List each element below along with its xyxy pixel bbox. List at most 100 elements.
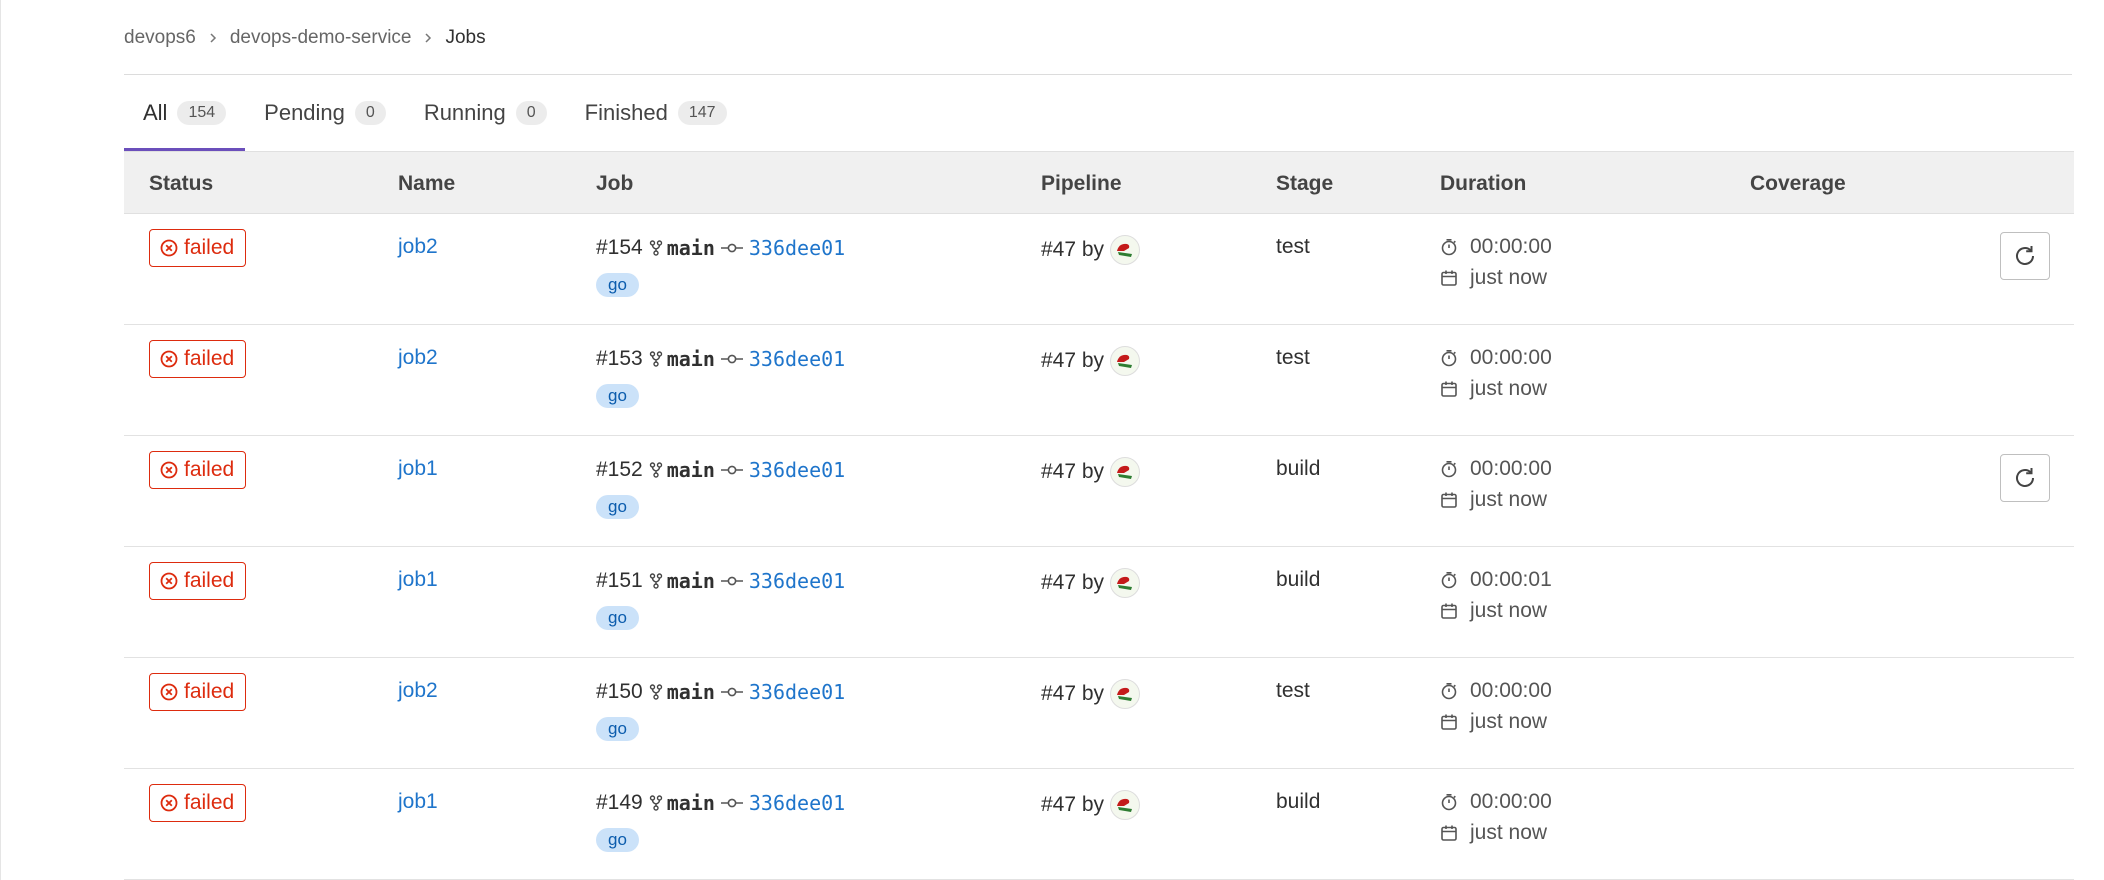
job-info: #150 main 336dee01 (596, 679, 845, 705)
tab-count-badge: 154 (177, 101, 227, 125)
status-badge[interactable]: failed (149, 451, 247, 489)
tab-count-badge: 0 (354, 101, 386, 125)
finished-value: just now (1470, 488, 1548, 511)
duration: 00:00:00 (1440, 679, 1552, 703)
avatar[interactable] (1110, 346, 1141, 376)
job-name-link[interactable]: job1 (398, 790, 438, 814)
table-row: failed job1 #149 main 336dee01 go #47 by… (124, 769, 2074, 880)
job-id-link[interactable]: #149 (596, 791, 643, 815)
calendar-icon (1440, 269, 1470, 287)
job-info: #151 main 336dee01 (596, 568, 845, 594)
job-tag-badge: go (596, 717, 639, 741)
finished-at: just now (1440, 488, 1547, 512)
branch-icon (649, 795, 663, 811)
job-id-link[interactable]: #153 (596, 347, 643, 371)
tab-all[interactable]: All 154 (124, 75, 246, 151)
job-id-link[interactable]: #152 (596, 458, 643, 482)
ref-link[interactable]: main (667, 680, 715, 704)
job-name-link[interactable]: job1 (398, 457, 438, 481)
job-id-link[interactable]: #154 (596, 236, 643, 260)
tab-label: All (143, 100, 168, 125)
commit-icon (720, 575, 743, 587)
pipeline-link[interactable]: #47 by (1041, 793, 1104, 817)
status-label: failed (184, 791, 235, 814)
calendar-icon (1440, 713, 1470, 731)
stage-label: test (1276, 346, 1310, 369)
retry-button[interactable] (2000, 454, 2050, 502)
job-info: #149 main 336dee01 (596, 790, 845, 816)
job-tag-badge: go (596, 495, 639, 519)
pipeline-info: #47 by (1041, 568, 1141, 598)
job-name-link[interactable]: job2 (398, 679, 438, 703)
avatar[interactable] (1110, 790, 1141, 820)
job-name-link[interactable]: job1 (398, 568, 438, 592)
column-header-status: Status (149, 172, 214, 195)
finished-value: just now (1470, 377, 1548, 400)
status-badge[interactable]: failed (149, 673, 247, 711)
commit-sha-link[interactable]: 336dee01 (749, 236, 845, 260)
status-label: failed (184, 569, 235, 592)
tab-pending[interactable]: Pending 0 (245, 75, 405, 151)
calendar-icon (1440, 602, 1470, 620)
tab-running[interactable]: Running 0 (405, 75, 566, 151)
pipeline-link[interactable]: #47 by (1041, 238, 1104, 262)
breadcrumb-current[interactable]: Jobs (445, 27, 485, 49)
pipeline-link[interactable]: #47 by (1041, 460, 1104, 484)
status-badge[interactable]: failed (149, 229, 247, 267)
failed-icon (160, 239, 184, 257)
status-badge[interactable]: failed (149, 562, 247, 600)
avatar[interactable] (1110, 457, 1141, 487)
tab-count-badge: 0 (515, 101, 547, 125)
ref-link[interactable]: main (667, 569, 715, 593)
failed-icon (160, 350, 184, 368)
job-id-link[interactable]: #151 (596, 569, 643, 593)
failed-icon (160, 683, 184, 701)
pipeline-info: #47 by (1041, 679, 1141, 709)
finished-value: just now (1470, 599, 1548, 622)
commit-sha-link[interactable]: 336dee01 (749, 680, 845, 704)
ref-link[interactable]: main (667, 458, 715, 482)
job-info: #153 main 336dee01 (596, 346, 845, 372)
branch-icon (649, 351, 663, 367)
tab-count-badge: 147 (677, 101, 727, 125)
commit-sha-link[interactable]: 336dee01 (749, 569, 845, 593)
chevron-right-icon (423, 32, 433, 44)
avatar[interactable] (1110, 568, 1141, 598)
pipeline-info: #47 by (1041, 790, 1141, 820)
avatar[interactable] (1110, 679, 1141, 709)
finished-at: just now (1440, 821, 1547, 845)
pipeline-link[interactable]: #47 by (1041, 349, 1104, 373)
job-name-link[interactable]: job2 (398, 346, 438, 370)
pipeline-link[interactable]: #47 by (1041, 682, 1104, 706)
avatar[interactable] (1110, 235, 1141, 265)
ref-link[interactable]: main (667, 347, 715, 371)
column-header-coverage: Coverage (1750, 172, 1846, 195)
failed-icon (160, 794, 184, 812)
jobs-page: devops6 devops-demo-service Jobs All 154… (0, 0, 2104, 880)
table-row: failed job1 #151 main 336dee01 go #47 by… (124, 547, 2074, 658)
commit-icon (720, 353, 743, 365)
branch-icon (649, 462, 663, 478)
jobs-tabs: All 154 Pending 0 Running 0 Finished 147 (124, 75, 746, 151)
status-badge[interactable]: failed (149, 784, 247, 822)
commit-icon (720, 464, 743, 476)
status-badge[interactable]: failed (149, 340, 247, 378)
ref-link[interactable]: main (667, 236, 715, 260)
commit-sha-link[interactable]: 336dee01 (749, 458, 845, 482)
commit-sha-link[interactable]: 336dee01 (749, 347, 845, 371)
table-body: failed job2 #154 main 336dee01 go #47 by… (124, 214, 2074, 880)
commit-sha-link[interactable]: 336dee01 (749, 791, 845, 815)
retry-button[interactable] (2000, 232, 2050, 280)
tab-label: Running (423, 100, 506, 125)
timer-icon (1440, 460, 1470, 478)
ref-link[interactable]: main (667, 791, 715, 815)
breadcrumb-project[interactable]: devops-demo-service (230, 27, 412, 49)
breadcrumb-group[interactable]: devops6 (124, 27, 196, 49)
branch-icon (649, 573, 663, 589)
tab-finished[interactable]: Finished 147 (566, 75, 746, 151)
job-name-link[interactable]: job2 (398, 235, 438, 259)
commit-icon (720, 686, 743, 698)
pipeline-link[interactable]: #47 by (1041, 571, 1104, 595)
pipeline-info: #47 by (1041, 346, 1141, 376)
job-id-link[interactable]: #150 (596, 680, 643, 704)
